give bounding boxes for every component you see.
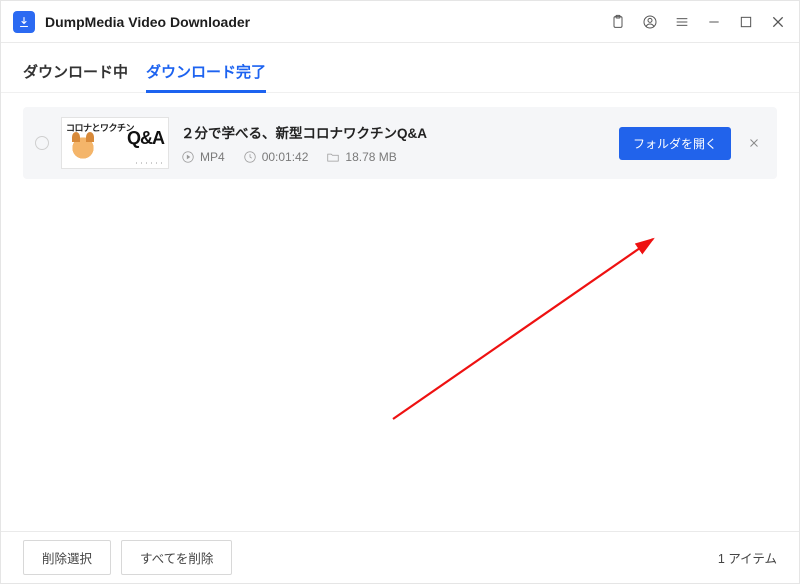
video-thumbnail: コロナとワクチン Q&A ・・・・・・ bbox=[61, 117, 169, 169]
download-item: コロナとワクチン Q&A ・・・・・・ ２分で学べる、新型コロナワクチンQ&A … bbox=[23, 107, 777, 179]
select-radio[interactable] bbox=[35, 136, 49, 150]
filesize-chip: 18.78 MB bbox=[326, 150, 396, 164]
thumbnail-graphic bbox=[68, 136, 98, 166]
footer-bar: 削除選択 すべてを削除 1 アイテム bbox=[1, 531, 799, 583]
close-icon[interactable] bbox=[769, 13, 787, 31]
minimize-icon[interactable] bbox=[705, 13, 723, 31]
duration-chip: 00:01:42 bbox=[243, 150, 309, 164]
annotation-arrow bbox=[373, 229, 673, 429]
menu-icon[interactable] bbox=[673, 13, 691, 31]
tab-bar: ダウンロード中 ダウンロード完了 bbox=[1, 43, 799, 93]
thumbnail-qa-text: Q&A bbox=[127, 128, 164, 149]
format-label: MP4 bbox=[200, 150, 225, 164]
item-title: ２分で学べる、新型コロナワクチンQ&A bbox=[181, 122, 607, 142]
play-icon bbox=[181, 150, 195, 164]
format-chip: MP4 bbox=[181, 150, 225, 164]
delete-all-button[interactable]: すべてを削除 bbox=[121, 540, 232, 575]
content-area: コロナとワクチン Q&A ・・・・・・ ２分で学べる、新型コロナワクチンQ&A … bbox=[1, 93, 799, 535]
remove-item-button[interactable] bbox=[743, 132, 765, 154]
item-meta: MP4 00:01:42 18.78 MB bbox=[181, 150, 607, 164]
thumbnail-subcaption: ・・・・・・ bbox=[134, 160, 164, 167]
duration-label: 00:01:42 bbox=[262, 150, 309, 164]
tab-completed[interactable]: ダウンロード完了 bbox=[146, 53, 266, 92]
titlebar: DumpMedia Video Downloader bbox=[1, 1, 799, 43]
tab-downloading[interactable]: ダウンロード中 bbox=[23, 53, 128, 92]
item-count-label: 1 アイテム bbox=[718, 548, 777, 567]
titlebar-controls bbox=[609, 13, 787, 31]
maximize-icon[interactable] bbox=[737, 13, 755, 31]
item-info: ２分で学べる、新型コロナワクチンQ&A MP4 00:01:42 18.78 M… bbox=[181, 122, 607, 164]
delete-selected-button[interactable]: 削除選択 bbox=[23, 540, 111, 575]
app-title: DumpMedia Video Downloader bbox=[45, 14, 250, 30]
open-folder-button[interactable]: フォルダを開く bbox=[619, 127, 731, 160]
clipboard-icon[interactable] bbox=[609, 13, 627, 31]
clock-icon bbox=[243, 150, 257, 164]
folder-icon bbox=[326, 150, 340, 164]
account-icon[interactable] bbox=[641, 13, 659, 31]
filesize-label: 18.78 MB bbox=[345, 150, 396, 164]
app-logo-icon bbox=[13, 11, 35, 33]
